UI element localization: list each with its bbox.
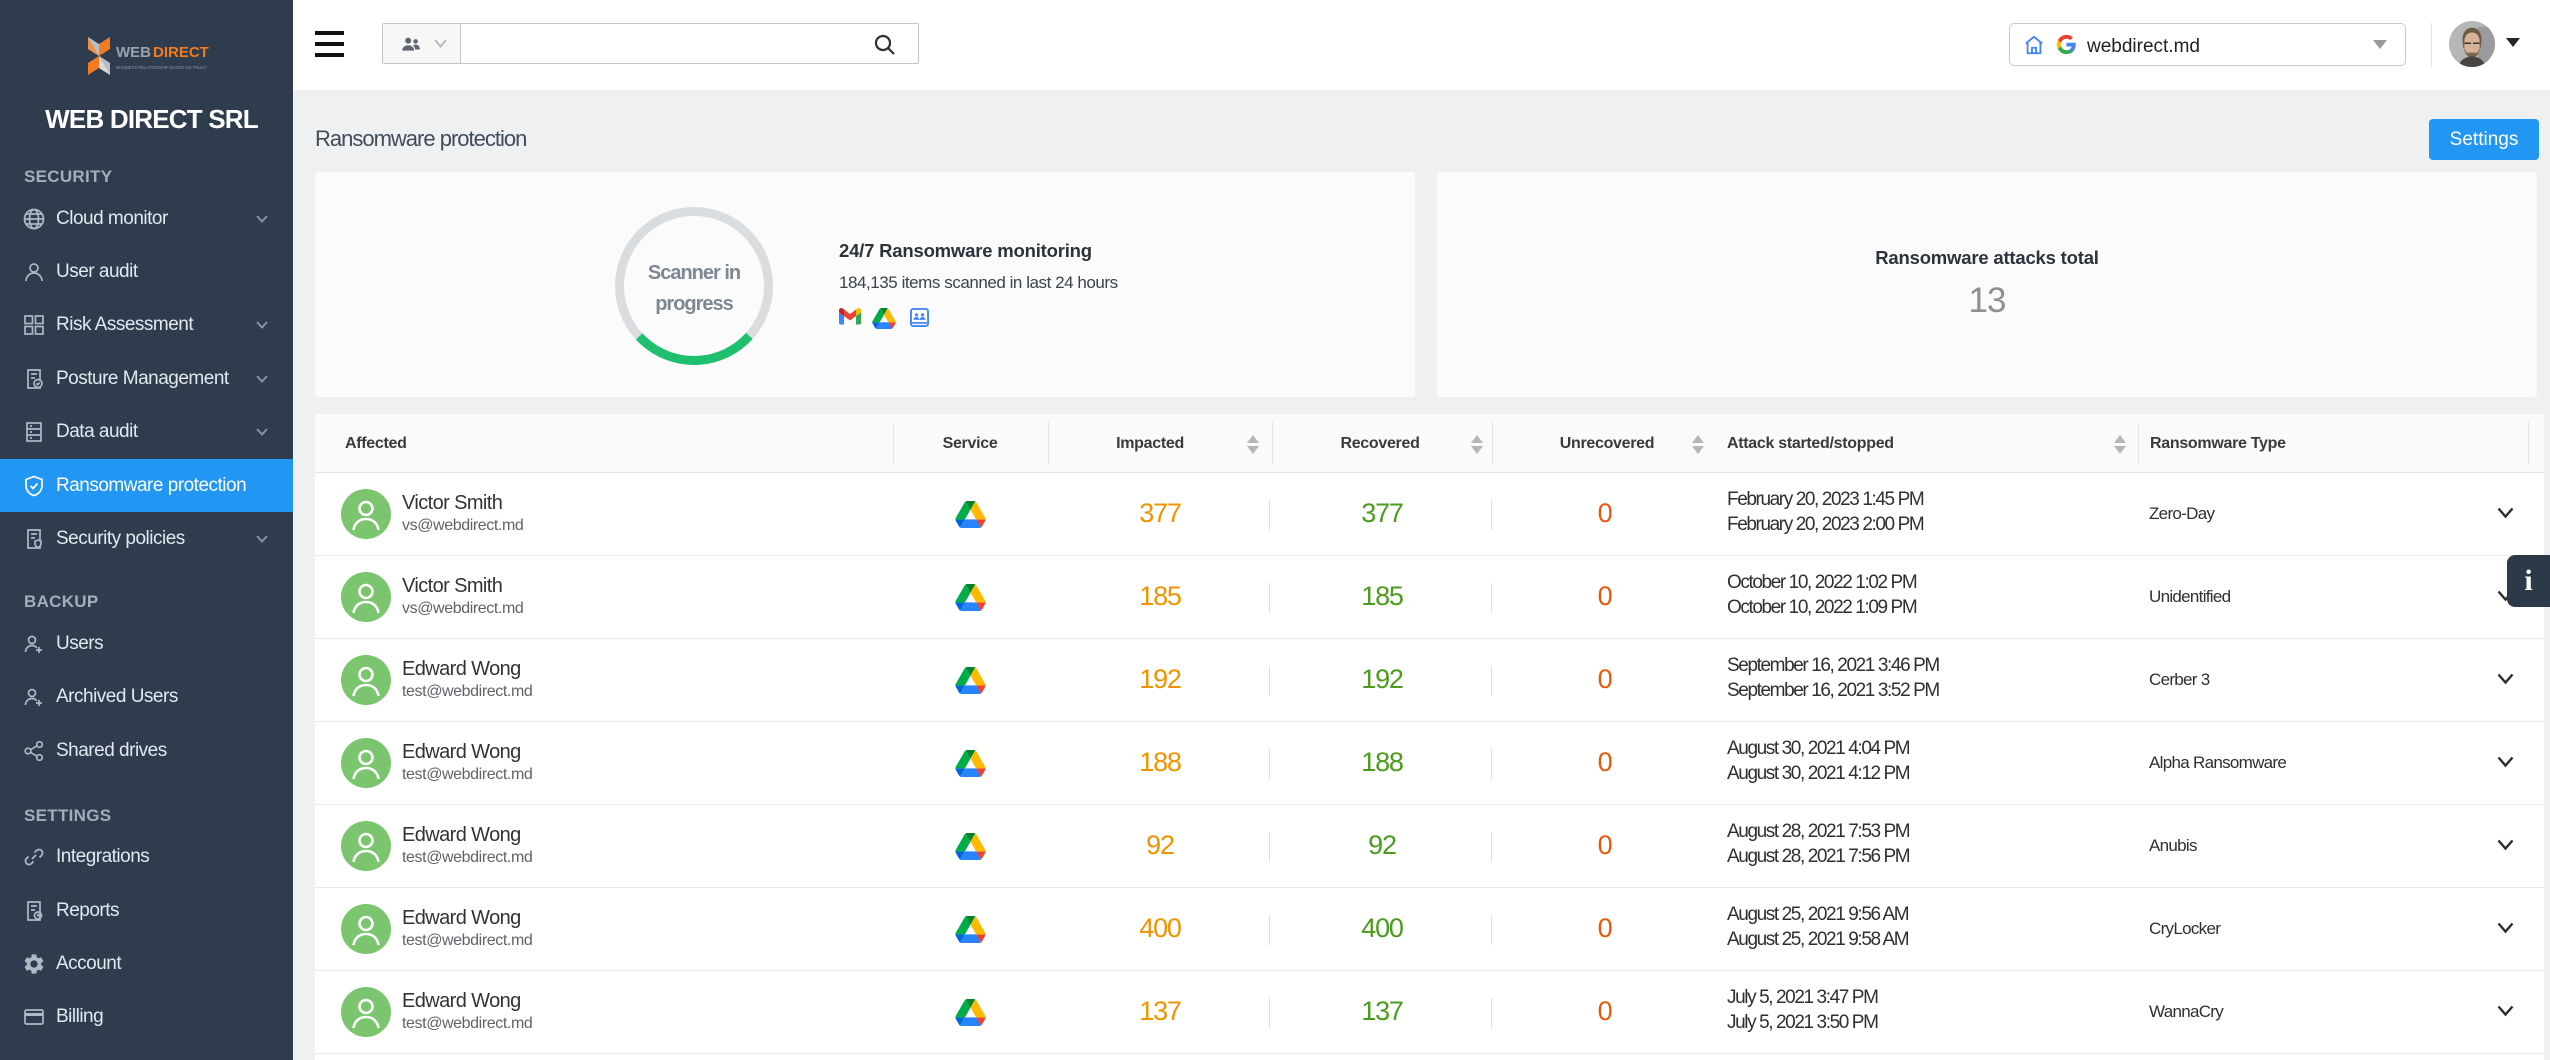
svg-text:WEB: WEB	[116, 44, 151, 61]
svg-text:BUSINESS RELATIONSHIP BASED ON: BUSINESS RELATIONSHIP BASED ON TRUST	[116, 65, 207, 70]
svg-text:DIRECT: DIRECT	[153, 44, 209, 61]
